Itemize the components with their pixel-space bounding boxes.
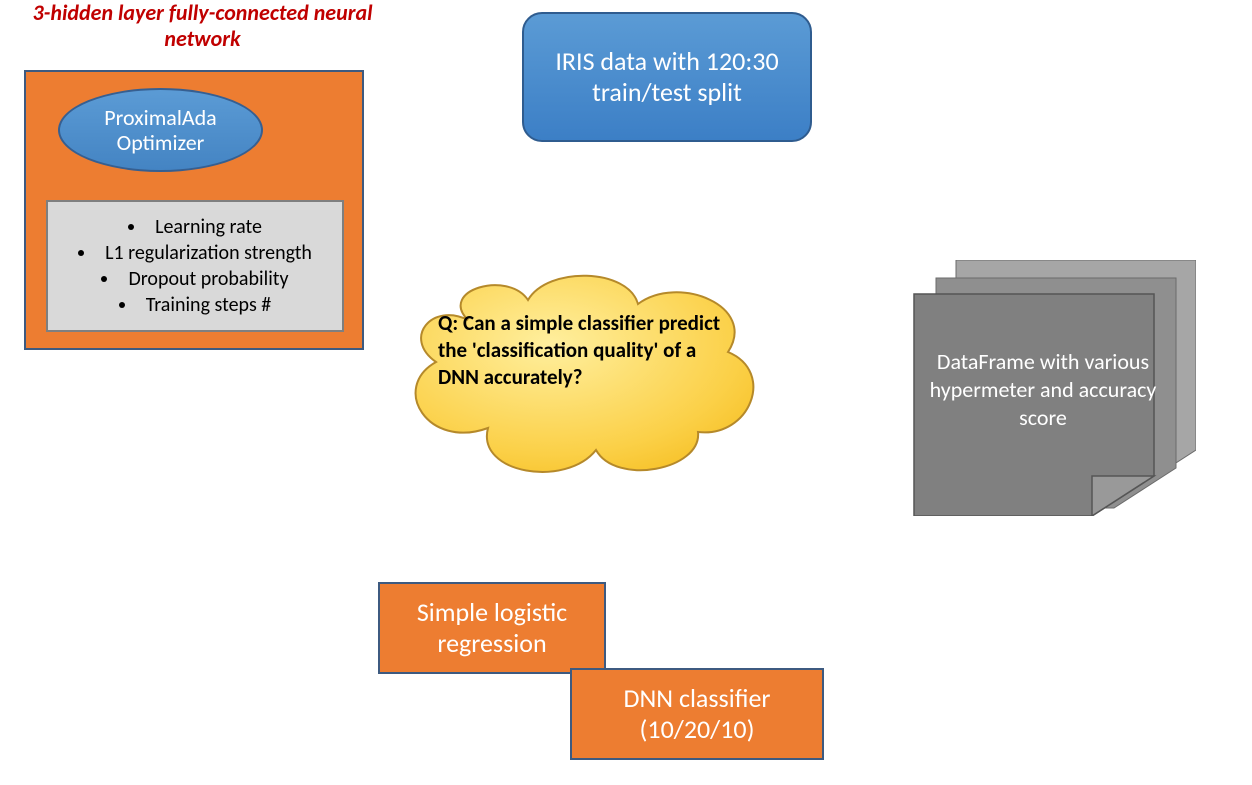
hyperparams-box: Learning rate L1 regularization strength… xyxy=(46,200,344,332)
logistic-regression-box: Simple logistic regression xyxy=(378,582,606,674)
question-text: Q: Can a simple classifier predict the '… xyxy=(438,310,726,391)
optimizer-oval: ProximalAda Optimizer xyxy=(58,88,263,172)
question-body: Can a simple classifier predict the 'cla… xyxy=(438,310,720,390)
hyperparams-list: Learning rate L1 regularization strength… xyxy=(78,214,312,318)
iris-data-label: IRIS data with 120:30 train/test split xyxy=(534,46,800,108)
iris-data-box: IRIS data with 120:30 train/test split xyxy=(522,12,812,142)
hyperparam-item: Training steps # xyxy=(78,292,312,318)
dnn-classifier-box: DNN classifier (10/20/10) xyxy=(570,668,824,760)
optimizer-label: ProximalAda Optimizer xyxy=(60,105,261,156)
hyperparam-item: Learning rate xyxy=(78,214,312,240)
question-lead: Q: xyxy=(438,310,458,336)
logistic-regression-label: Simple logistic regression xyxy=(380,597,604,658)
nn-title: 3-hidden layer fully-connected neural ne… xyxy=(30,0,375,53)
hyperparam-item: L1 regularization strength xyxy=(78,240,312,266)
dataframe-label: DataFrame with various hypermeter and ac… xyxy=(928,348,1158,432)
hyperparam-item: Dropout probability xyxy=(78,266,312,292)
dnn-classifier-label: DNN classifier (10/20/10) xyxy=(572,683,822,744)
